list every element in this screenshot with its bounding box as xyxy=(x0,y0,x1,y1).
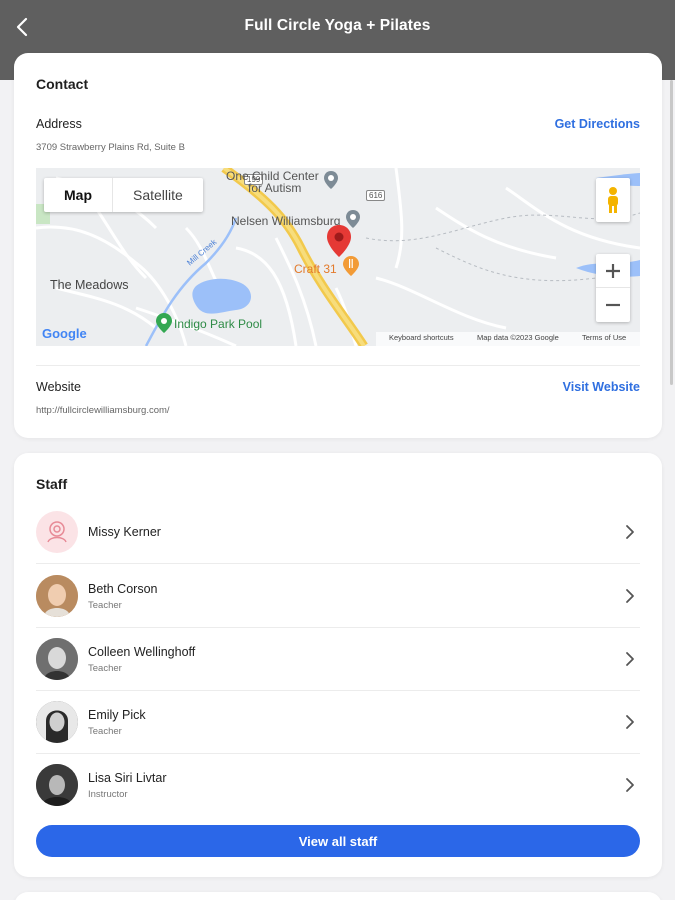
contact-divider xyxy=(36,365,640,366)
staff-role: Teacher xyxy=(88,726,122,737)
page-title: Full Circle Yoga + Pilates xyxy=(244,17,431,34)
zoom-out-button[interactable] xyxy=(596,288,630,322)
get-directions-link[interactable]: Get Directions xyxy=(555,117,640,131)
website-label: Website xyxy=(36,380,81,394)
staff-row[interactable]: Lisa Siri Livtar Instructor xyxy=(36,754,640,817)
staff-row[interactable]: Colleen Wellinghoff Teacher xyxy=(36,628,640,691)
website-value: http://fullcirclewilliamsburg.com/ xyxy=(36,405,170,416)
park-marker-icon xyxy=(156,313,172,333)
staff-title: Staff xyxy=(36,476,68,492)
chevron-right-icon xyxy=(626,525,634,539)
staff-row[interactable]: Missy Kerner xyxy=(36,501,640,564)
staff-role: Teacher xyxy=(88,600,122,611)
avatar xyxy=(36,575,78,617)
zoom-in-button[interactable] xyxy=(596,254,630,288)
person-photo-icon xyxy=(36,764,78,806)
staff-row[interactable]: Emily Pick Teacher xyxy=(36,691,640,754)
map-label-center-line2: for Autism xyxy=(248,181,302,195)
map-marker-icon xyxy=(324,171,338,189)
avatar xyxy=(36,764,78,806)
next-card xyxy=(14,892,662,900)
chevron-right-icon xyxy=(626,715,634,729)
map-label-meadows: The Meadows xyxy=(50,278,129,292)
minus-icon xyxy=(606,303,620,307)
chevron-right-icon xyxy=(626,652,634,666)
chevron-right-icon xyxy=(626,778,634,792)
staff-role: Instructor xyxy=(88,789,128,800)
restaurant-marker-icon xyxy=(343,256,359,276)
keyboard-shortcuts-link[interactable]: Keyboard shortcuts xyxy=(389,333,454,342)
address-label: Address xyxy=(36,117,82,131)
plus-icon xyxy=(606,263,620,278)
staff-name: Beth Corson xyxy=(88,582,158,596)
pegman-icon xyxy=(608,187,618,213)
address-value: 3709 Strawberry Plains Rd, Suite B xyxy=(36,142,185,153)
map-label-indigo-park: Indigo Park Pool xyxy=(174,317,263,331)
map-label-craft: Craft 31 xyxy=(294,262,337,276)
terms-link[interactable]: Terms of Use xyxy=(582,333,626,342)
avatar xyxy=(36,638,78,680)
location-pin-icon xyxy=(327,225,351,257)
chevron-right-icon xyxy=(626,589,634,603)
staff-row[interactable]: Beth Corson Teacher xyxy=(36,565,640,628)
staff-role: Teacher xyxy=(88,663,122,674)
visit-website-link[interactable]: Visit Website xyxy=(563,380,640,394)
road-shield-616: 616 xyxy=(366,190,386,201)
contact-title: Contact xyxy=(36,76,89,92)
staff-card: Staff Missy Kerner Beth Corson Teacher C… xyxy=(14,453,662,877)
staff-name: Missy Kerner xyxy=(88,525,161,539)
row-divider xyxy=(36,563,640,564)
avatar xyxy=(36,511,78,553)
person-photo-icon xyxy=(36,701,78,743)
map-view[interactable]: Map Satellite 199 616 One Child Center f… xyxy=(36,168,640,346)
street-view-button[interactable] xyxy=(596,178,630,222)
staff-name: Colleen Wellinghoff xyxy=(88,645,196,659)
person-photo-icon xyxy=(36,638,78,680)
map-label-nelsen: Nelsen Williamsburg xyxy=(231,214,341,228)
person-placeholder-icon xyxy=(47,521,67,543)
map-data-text: Map data ©2023 Google xyxy=(477,333,559,342)
avatar xyxy=(36,701,78,743)
person-photo-icon xyxy=(36,575,78,617)
staff-name: Emily Pick xyxy=(88,708,146,722)
map-type-toggle[interactable]: Map Satellite xyxy=(44,178,203,212)
google-logo: Google xyxy=(42,326,87,341)
staff-name: Lisa Siri Livtar xyxy=(88,771,167,785)
scrollbar[interactable] xyxy=(670,80,673,385)
map-label-one-child-center: One Child Center for Autism xyxy=(226,170,319,194)
map-type-map[interactable]: Map xyxy=(44,178,113,212)
view-all-staff-button[interactable]: View all staff xyxy=(36,825,640,857)
map-type-satellite[interactable]: Satellite xyxy=(113,178,203,212)
zoom-controls xyxy=(596,254,630,322)
contact-card: Contact Address Get Directions 3709 Stra… xyxy=(14,53,662,438)
